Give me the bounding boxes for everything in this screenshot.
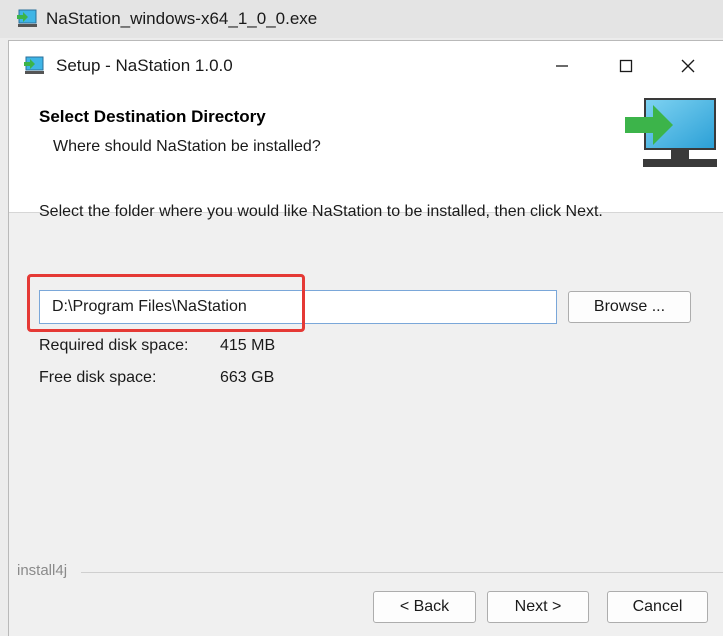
outer-titlebar: NaStation_windows-x64_1_0_0.exe (0, 0, 723, 38)
back-button[interactable]: < Back (373, 591, 476, 623)
minimize-button[interactable] (535, 41, 589, 91)
outer-window-title: NaStation_windows-x64_1_0_0.exe (46, 9, 318, 28)
browse-button[interactable]: Browse ... (568, 291, 691, 323)
free-disk-space-label: Free disk space: (39, 369, 157, 386)
computer-install-icon (625, 98, 717, 167)
close-button[interactable] (661, 41, 715, 91)
next-button[interactable]: Next > (487, 591, 589, 623)
required-disk-space: Required disk space: 415 MB (39, 337, 275, 355)
maximize-icon (619, 59, 633, 73)
window-titlebar: Setup - NaStation 1.0.0 (9, 41, 723, 91)
page-title: Select Destination Directory (39, 107, 266, 126)
minimize-icon (556, 65, 568, 67)
page-subtitle: Where should NaStation be installed? (53, 138, 321, 155)
install4j-brand: install4j (17, 562, 68, 579)
free-disk-space-value: 663 GB (220, 369, 275, 386)
destination-path-input[interactable] (39, 290, 557, 324)
footer-divider (81, 572, 723, 573)
instruction-text: Select the folder where you would like N… (39, 203, 603, 220)
installer-icon (17, 9, 37, 27)
setup-window: Setup - NaStation 1.0.0 Select Destinati… (8, 40, 723, 636)
window-title: Setup - NaStation 1.0.0 (56, 56, 233, 75)
free-disk-space: Free disk space: 663 GB (39, 369, 274, 387)
close-icon (681, 59, 695, 73)
header-panel: Select Destination Directory Where shoul… (9, 91, 723, 213)
cancel-button[interactable]: Cancel (607, 591, 708, 623)
installer-icon (24, 56, 44, 74)
required-disk-space-value: 415 MB (220, 337, 276, 354)
required-disk-space-label: Required disk space: (39, 337, 189, 354)
maximize-button[interactable] (599, 41, 653, 91)
